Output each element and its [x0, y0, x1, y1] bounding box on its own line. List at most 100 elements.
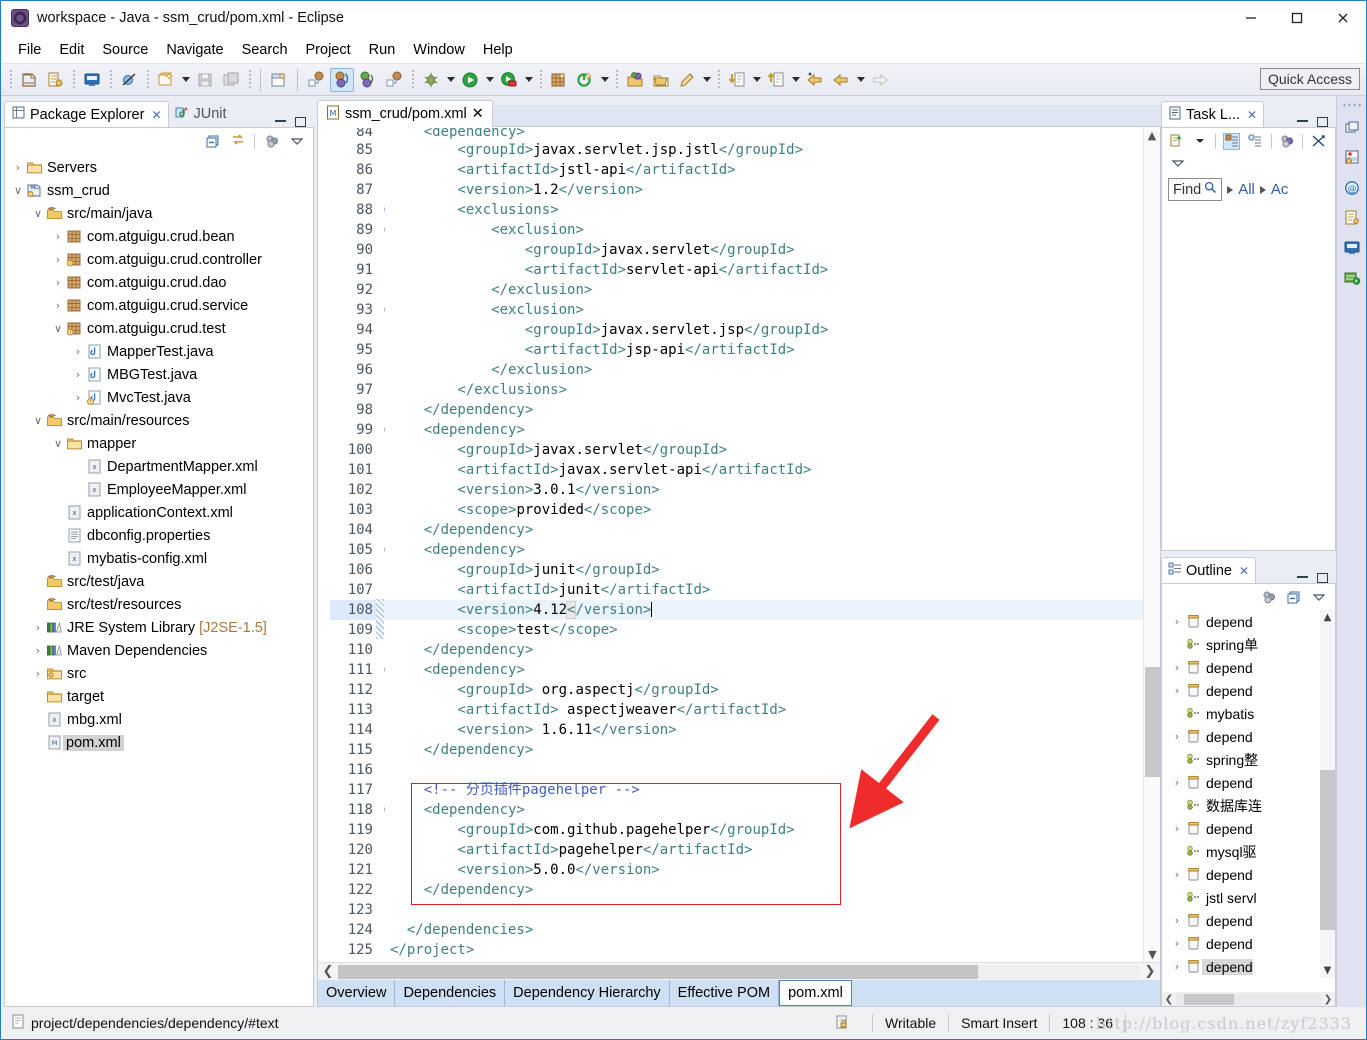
maximize-view-icon[interactable] [1317, 573, 1328, 583]
maximize-view-icon[interactable] [1317, 117, 1328, 127]
filter-expand-icon[interactable] [1227, 185, 1234, 194]
outline-item[interactable]: › depend [1162, 817, 1335, 840]
categorized-view-icon[interactable] [1223, 132, 1241, 150]
tree-item-mybatis-config-xml[interactable]: x mybatis-config.xml [5, 547, 313, 570]
tree-item-pom-xml[interactable]: Mpom.xml [5, 731, 313, 754]
tree-item-com-atguigu-crud-controller[interactable]: ›! com.atguigu.crud.controller [5, 248, 313, 271]
tree-item-mapper[interactable]: ∨ mapper [5, 432, 313, 455]
scroll-down-arrow-icon[interactable]: ▼ [1320, 963, 1335, 978]
tree-item-com-atguigu-crud-bean[interactable]: › com.atguigu.crud.bean [5, 225, 313, 248]
page-tab-pom-xml[interactable]: pom.xml [779, 980, 852, 1006]
open-hierarchy-icon[interactable] [382, 68, 406, 92]
properties-view-icon[interactable] [1342, 208, 1362, 228]
scroll-down-arrow-icon[interactable]: ▼ [1144, 946, 1160, 962]
code-line-119[interactable]: <groupId>com.github.pagehelper</groupId> [384, 820, 1160, 840]
close-button[interactable] [1320, 1, 1366, 36]
outline-item[interactable]: › depend [1162, 771, 1335, 794]
scroll-up-arrow-icon[interactable]: ▲ [1144, 127, 1160, 143]
chevron-right-icon[interactable]: › [51, 299, 65, 312]
outline-item[interactable]: › depend [1162, 725, 1335, 748]
code-line-125[interactable]: </project> [384, 940, 1160, 960]
code-line-120[interactable]: <artifactId>pagehelper</artifactId> [384, 840, 1160, 860]
package-explorer-tree[interactable]: › Servers ∨ M! ssm_crud ∨ src/main/java › com.at… [5, 154, 313, 1006]
code-line-118[interactable]: <dependency> [384, 800, 1160, 820]
code-line-112[interactable]: <groupId> org.aspectj</groupId> [384, 680, 1160, 700]
menu-edit[interactable]: Edit [50, 39, 93, 61]
chevron-right-icon[interactable]: › [1170, 914, 1184, 927]
chevron-right-icon[interactable]: › [1170, 937, 1184, 950]
console-view-icon[interactable] [1342, 238, 1362, 258]
chevron-right-icon[interactable]: › [71, 368, 85, 381]
tree-item-src[interactable]: › src [5, 662, 313, 685]
code-line-111[interactable]: <dependency> [384, 660, 1160, 680]
tree-item-ssm-crud[interactable]: ∨ M! ssm_crud [5, 179, 313, 202]
new-wizard-icon[interactable] [154, 68, 178, 92]
code-line-101[interactable]: <artifactId>javax.servlet-api</artifactI… [384, 460, 1160, 480]
tree-item-com-atguigu-crud-dao[interactable]: › com.atguigu.crud.dao [5, 271, 313, 294]
pen-icon[interactable] [675, 68, 699, 92]
code-line-95[interactable]: <artifactId>jsp-api</artifactId> [384, 340, 1160, 360]
servers-view-icon[interactable] [1342, 148, 1362, 168]
tree-item-mappertest-java[interactable]: › MapperTest.java [5, 340, 313, 363]
tree-item-dbconfig-properties[interactable]: dbconfig.properties [5, 524, 313, 547]
code-line-87[interactable]: <version>1.2</version> [384, 180, 1160, 200]
tree-item-maven-dependencies[interactable]: › Maven Dependencies [5, 639, 313, 662]
save-all-icon[interactable] [219, 68, 243, 92]
drag-handle-icon[interactable] [1341, 102, 1362, 108]
outline-tree[interactable]: › depend spring单 › depend › depend mybatis › depe… [1162, 610, 1335, 992]
outline-item[interactable]: › depend [1162, 955, 1335, 978]
scroll-up-arrow-icon[interactable]: ▲ [1320, 610, 1335, 625]
chevron-right-icon[interactable]: › [51, 253, 65, 266]
chevron-down-icon[interactable]: ∨ [31, 207, 45, 220]
chevron-right-icon[interactable]: › [51, 230, 65, 243]
new-annotation-dropdown-icon[interactable] [598, 68, 611, 92]
filter-expand-icon-2[interactable] [1259, 185, 1266, 194]
page-tab-overview[interactable]: Overview [318, 980, 396, 1006]
page-tab-dependency-hierarchy[interactable]: Dependency Hierarchy [505, 980, 670, 1006]
tree-item-src-test-resources[interactable]: src/test/resources [5, 593, 313, 616]
scrollbar-thumb[interactable] [1320, 770, 1335, 930]
chevron-right-icon[interactable]: › [1170, 615, 1184, 628]
chevron-down-icon[interactable]: ∨ [31, 414, 45, 427]
debug-dropdown-icon[interactable] [444, 68, 457, 92]
scrollbar-thumb[interactable] [1184, 993, 1234, 1005]
outline-item[interactable]: › depend [1162, 909, 1335, 932]
tree-item-applicationcontext-xml[interactable]: x applicationContext.xml [5, 501, 313, 524]
view-menu-icon[interactable] [1169, 155, 1186, 172]
code-line-94[interactable]: <groupId>javax.servlet.jsp</groupId> [384, 320, 1160, 340]
outline-item[interactable]: › depend [1162, 610, 1335, 633]
editor-vertical-scrollbar[interactable]: ▲ ▼ [1143, 127, 1160, 962]
menu-search[interactable]: Search [233, 39, 297, 61]
new-task-icon[interactable] [1168, 133, 1185, 150]
open-perspective-icon[interactable] [623, 68, 647, 92]
outline-vertical-scrollbar[interactable]: ▲ ▼ [1320, 610, 1335, 978]
run-dropdown-icon[interactable] [483, 68, 496, 92]
view-menu-icon[interactable] [1310, 589, 1327, 606]
import-dropdown-icon[interactable] [750, 68, 763, 92]
code-line-85[interactable]: <groupId>javax.servlet.jsp.jstl</groupId… [384, 140, 1160, 160]
code-text[interactable]: <dependency> <groupId>javax.servlet.jsp.… [384, 127, 1160, 962]
chevron-right-icon[interactable]: › [1170, 684, 1184, 697]
code-line-113[interactable]: <artifactId> aspectjweaver</artifactId> [384, 700, 1160, 720]
chevron-right-icon[interactable]: › [1170, 960, 1184, 973]
menu-run[interactable]: Run [360, 39, 405, 61]
open-resource-icon[interactable] [356, 68, 380, 92]
tree-item-src-test-java[interactable]: src/test/java [5, 570, 313, 593]
chevron-down-icon[interactable]: ∨ [51, 437, 65, 450]
outline-horizontal-scrollbar[interactable]: ❮ ❯ [1162, 992, 1335, 1006]
new-java-project-icon[interactable] [17, 68, 41, 92]
maximize-view-icon[interactable] [295, 117, 306, 127]
code-line-123[interactable] [384, 900, 1160, 920]
link-with-editor-icon[interactable] [229, 133, 246, 150]
scrollbar-track[interactable] [338, 964, 1140, 979]
code-line-97[interactable]: </exclusions> [384, 380, 1160, 400]
code-line[interactable]: <dependency> [384, 128, 1160, 140]
restore-views-icon[interactable] [1342, 118, 1362, 138]
tree-item-mvctest-java[interactable]: ›! MvcTest.java [5, 386, 313, 409]
run-as-dropdown-icon[interactable] [522, 68, 535, 92]
chevron-right-icon[interactable]: › [31, 621, 45, 634]
code-line-86[interactable]: <artifactId>jstl-api</artifactId> [384, 160, 1160, 180]
run-icon[interactable] [458, 68, 482, 92]
code-line-110[interactable]: </dependency> [384, 640, 1160, 660]
tree-item-servers[interactable]: › Servers [5, 156, 313, 179]
